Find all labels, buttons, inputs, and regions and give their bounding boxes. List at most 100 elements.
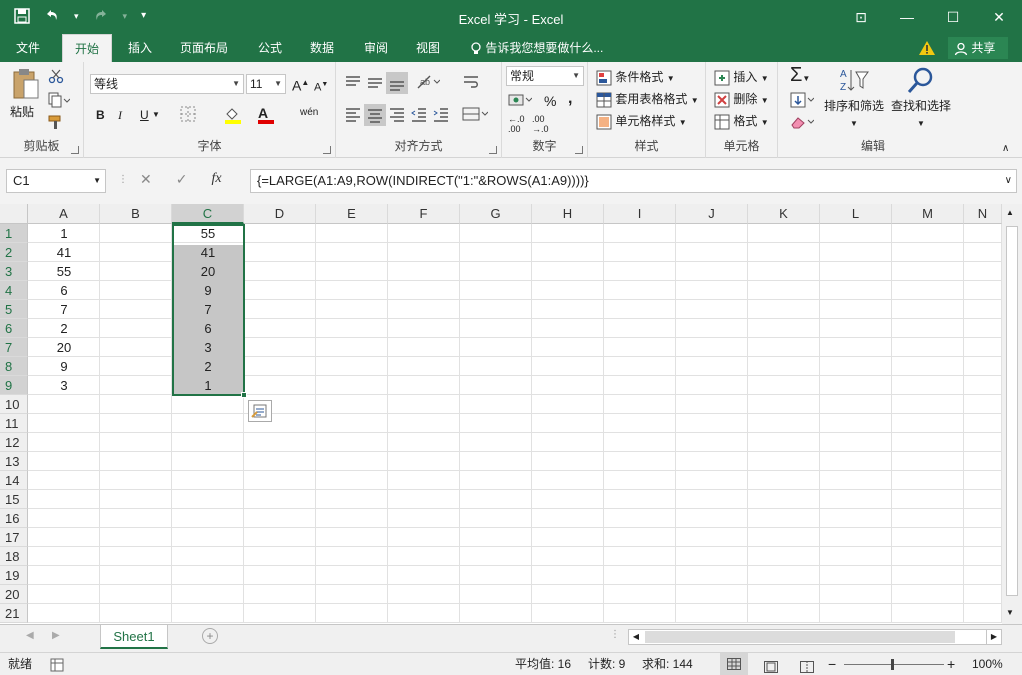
zoom-out-icon[interactable]: − (828, 653, 836, 675)
select-all-corner[interactable] (0, 204, 28, 224)
cut-icon[interactable] (48, 68, 64, 89)
tab-data[interactable]: 数据 (304, 34, 340, 62)
tab-insert[interactable]: 插入 (122, 34, 158, 62)
vertical-scrollbar[interactable]: ▲ ▼ (1002, 204, 1022, 624)
quick-analysis-icon[interactable] (248, 400, 272, 422)
tab-review[interactable]: 审阅 (358, 34, 394, 62)
zoom-in-icon[interactable]: + (947, 653, 955, 675)
new-sheet-icon[interactable]: + (202, 628, 218, 644)
column-header-a[interactable]: A (28, 204, 100, 224)
cell-a5[interactable]: 7 (28, 300, 100, 319)
tab-formulas[interactable]: 公式 (252, 34, 288, 62)
tab-home[interactable]: 开始 (62, 34, 112, 62)
column-header-l[interactable]: L (820, 204, 892, 224)
underline-dropdown-icon[interactable]: ▼ (152, 106, 160, 124)
fill-color-icon[interactable] (224, 106, 242, 129)
fill-handle[interactable] (241, 392, 247, 398)
cell-a4[interactable]: 6 (28, 281, 100, 300)
row-header-11[interactable]: 11 (0, 414, 28, 433)
minimize-icon[interactable]: — (884, 0, 930, 34)
zoom-level[interactable]: 100% (972, 653, 1003, 675)
ribbon-display-options-icon[interactable]: ⊡ (838, 0, 884, 34)
italic-button[interactable]: I (118, 106, 122, 124)
phonetic-button[interactable]: wén (300, 104, 318, 122)
increase-indent-icon[interactable] (432, 106, 450, 127)
row-header-13[interactable]: 13 (0, 452, 28, 471)
row-header-5[interactable]: 5 (0, 300, 28, 319)
cell-a3[interactable]: 55 (28, 262, 100, 281)
zoom-slider-handle[interactable] (891, 659, 894, 670)
underline-button[interactable]: U (140, 106, 149, 124)
column-header-c[interactable]: C (172, 204, 244, 224)
conditional-formatting-button[interactable]: 条件格式 ▼ (596, 68, 675, 88)
cell-a1[interactable]: 1 (28, 224, 100, 243)
row-header-1[interactable]: 1 (0, 224, 28, 243)
enter-icon[interactable]: ✓ (176, 171, 188, 188)
font-name-select[interactable]: 等线 ▼ (90, 74, 244, 94)
scroll-down-icon[interactable]: ▼ (1006, 608, 1014, 617)
autosum-icon[interactable]: Σ▼ (790, 65, 810, 88)
clear-icon[interactable] (790, 114, 815, 135)
macro-record-icon[interactable] (50, 657, 64, 675)
maximize-icon[interactable]: ☐ (930, 0, 976, 34)
column-header-f[interactable]: F (388, 204, 460, 224)
column-header-i[interactable]: I (604, 204, 676, 224)
collapse-ribbon-icon[interactable]: ∧ (1002, 140, 1009, 158)
delete-cells-button[interactable]: 删除 ▼ (714, 90, 769, 110)
sort-filter-button[interactable]: AZ 排序和筛选 ▼ (824, 66, 884, 133)
row-header-19[interactable]: 19 (0, 566, 28, 585)
fill-icon[interactable] (790, 92, 815, 113)
column-header-j[interactable]: J (676, 204, 748, 224)
name-box[interactable]: C1 ▼ (6, 169, 106, 193)
column-header-m[interactable]: M (892, 204, 964, 224)
wrap-text-icon[interactable] (462, 74, 480, 95)
row-header-16[interactable]: 16 (0, 509, 28, 528)
sheet-scroll-right-icon[interactable]: ▶ (52, 630, 60, 641)
tell-me-box[interactable]: 告诉我您想要做什么... (470, 34, 603, 62)
cancel-icon[interactable]: ✕ (140, 171, 152, 188)
row-header-12[interactable]: 12 (0, 433, 28, 452)
share-button[interactable]: 共享 (948, 37, 1008, 59)
decrease-decimal-icon[interactable]: .00 →.0 (532, 114, 549, 134)
row-header-2[interactable]: 2 (0, 243, 28, 262)
cell-a8[interactable]: 9 (28, 357, 100, 376)
font-size-select[interactable]: 11 ▼ (246, 74, 286, 94)
sheet-tab-sheet1[interactable]: Sheet1 (100, 625, 168, 649)
row-header-6[interactable]: 6 (0, 319, 28, 338)
expand-formula-icon[interactable]: ∨ (1005, 170, 1012, 192)
cell-a7[interactable]: 20 (28, 338, 100, 357)
align-right-icon[interactable] (388, 106, 406, 127)
column-header-k[interactable]: K (748, 204, 820, 224)
find-select-button[interactable]: 查找和选择 ▼ (888, 66, 954, 133)
column-header-e[interactable]: E (316, 204, 388, 224)
vertical-scroll-thumb[interactable] (1006, 226, 1018, 596)
percent-style-button[interactable]: % (544, 92, 556, 110)
row-header-7[interactable]: 7 (0, 338, 28, 357)
page-break-view-icon[interactable] (800, 658, 814, 675)
format-cells-button[interactable]: 格式 ▼ (714, 112, 769, 132)
scroll-left-icon[interactable]: ◀ (629, 630, 643, 644)
font-launcher-icon[interactable] (323, 146, 331, 154)
alignment-launcher-icon[interactable] (489, 146, 497, 154)
align-left-icon[interactable] (344, 106, 362, 127)
font-color-button[interactable]: A (258, 104, 274, 124)
worksheet-grid[interactable]: A B C D E F G H I J K L M N 1 2 3 4 5 6 7 8 9 10 11 12 13 14 15 16 17 1… (0, 204, 1022, 624)
clipboard-launcher-icon[interactable] (71, 146, 79, 154)
format-as-table-button[interactable]: 套用表格格式 ▼ (596, 90, 699, 110)
tab-view[interactable]: 视图 (410, 34, 446, 62)
align-center-icon[interactable] (364, 104, 386, 126)
align-top-icon[interactable] (344, 74, 362, 95)
formula-input[interactable]: {=LARGE(A1:A9,ROW(INDIRECT("1:"&ROWS(A1:… (250, 169, 1017, 193)
shrink-font-button[interactable]: A▼ (314, 76, 328, 97)
scroll-right-icon[interactable]: ▶ (986, 629, 1002, 645)
row-header-3[interactable]: 3 (0, 262, 28, 281)
row-header-9[interactable]: 9 (0, 376, 28, 395)
column-header-g[interactable]: G (460, 204, 532, 224)
paste-button[interactable]: 粘贴 (10, 68, 42, 120)
number-launcher-icon[interactable] (575, 146, 583, 154)
borders-icon[interactable] (180, 106, 196, 127)
row-header-17[interactable]: 17 (0, 528, 28, 547)
cell-a2[interactable]: 41 (28, 243, 100, 262)
row-header-18[interactable]: 18 (0, 547, 28, 566)
column-header-b[interactable]: B (100, 204, 172, 224)
